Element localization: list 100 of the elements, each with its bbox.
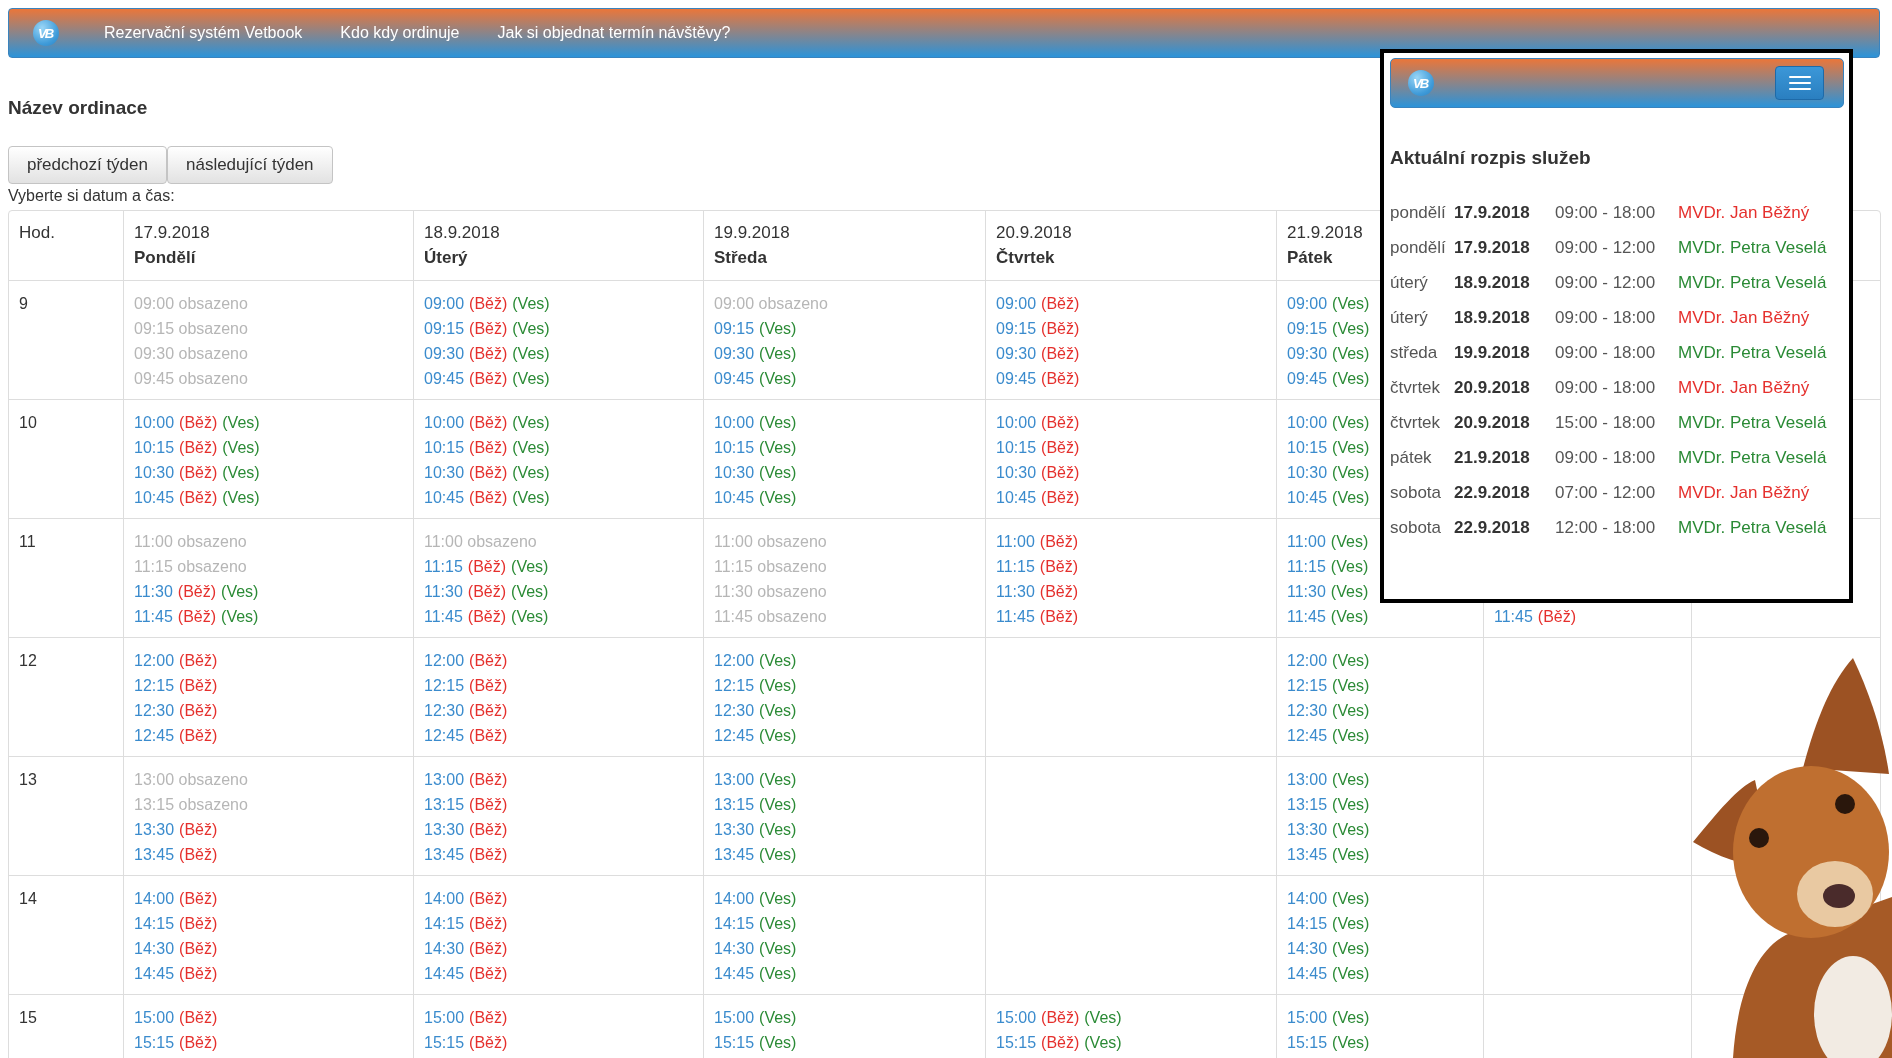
time-slot-link[interactable]: 09:30 — [714, 341, 755, 366]
time-slot-link[interactable]: 12:45 — [134, 723, 175, 748]
nav-link[interactable]: Rezervační systém Vetbook — [85, 21, 322, 45]
time-slot-link[interactable]: 09:45 — [714, 366, 755, 391]
time-slot-link[interactable]: 12:30 — [424, 698, 465, 723]
time-slot-link[interactable]: 11:30 — [134, 579, 173, 604]
time-slot-link[interactable]: 14:15 — [134, 911, 175, 936]
time-slot-link[interactable]: 09:15 — [996, 316, 1037, 341]
time-slot-link[interactable]: 15:00 — [996, 1005, 1037, 1030]
time-slot-link[interactable]: 14:15 — [424, 911, 465, 936]
time-slot-link[interactable]: 12:00 — [134, 648, 175, 673]
time-slot-link[interactable]: 14:45 — [714, 961, 755, 986]
time-slot-link[interactable]: 13:00 — [424, 767, 465, 792]
time-slot-link[interactable]: 15:00 — [134, 1005, 175, 1030]
time-slot-link[interactable]: 12:15 — [134, 673, 175, 698]
time-slot-link[interactable]: 12:45 — [1287, 723, 1328, 748]
time-slot-link[interactable]: 09:15 — [714, 316, 755, 341]
nav-link[interactable]: Kdo kdy ordinuje — [321, 21, 479, 45]
time-slot-link[interactable]: 09:15 — [424, 316, 465, 341]
time-slot-link[interactable]: 14:30 — [714, 936, 755, 961]
time-slot-link[interactable]: 10:30 — [134, 460, 175, 485]
time-slot-link[interactable]: 10:45 — [424, 485, 465, 510]
time-slot-link[interactable]: 12:45 — [714, 723, 755, 748]
time-slot-link[interactable]: 10:45 — [134, 485, 175, 510]
time-slot-link[interactable]: 10:15 — [134, 435, 175, 460]
time-slot-link[interactable]: 14:15 — [1287, 911, 1328, 936]
time-slot-link[interactable]: 13:15 — [424, 792, 465, 817]
time-slot-link[interactable]: 12:00 — [424, 648, 465, 673]
nav-link[interactable]: Jak si objednat termín návštěvy? — [478, 21, 750, 45]
time-slot-link[interactable]: 12:15 — [424, 673, 465, 698]
time-slot-link[interactable]: 09:45 — [1287, 366, 1328, 391]
time-slot-link[interactable]: 11:30 — [996, 579, 1035, 604]
time-slot-link[interactable]: 15:15 — [424, 1030, 465, 1055]
time-slot-link[interactable]: 15:15 — [996, 1030, 1037, 1055]
time-slot-link[interactable]: 09:45 — [996, 366, 1037, 391]
time-slot-link[interactable]: 11:45 — [134, 604, 173, 629]
time-slot-link[interactable]: 10:15 — [1287, 435, 1328, 460]
logo[interactable]: VB — [1408, 70, 1434, 96]
time-slot-link[interactable]: 15:00 — [1287, 1005, 1328, 1030]
time-slot-link[interactable]: 15:15 — [1287, 1030, 1328, 1055]
time-slot-link[interactable]: 10:30 — [1287, 460, 1328, 485]
time-slot-link[interactable]: 13:15 — [714, 792, 755, 817]
time-slot-link[interactable]: 13:30 — [134, 817, 175, 842]
time-slot-link[interactable]: 14:45 — [134, 961, 175, 986]
time-slot-link[interactable]: 12:00 — [714, 648, 755, 673]
time-slot-link[interactable]: 13:45 — [714, 842, 755, 867]
time-slot-link[interactable]: 10:15 — [714, 435, 755, 460]
time-slot-link[interactable]: 11:30 — [1287, 579, 1326, 604]
time-slot-link[interactable]: 10:45 — [996, 485, 1037, 510]
time-slot-link[interactable]: 12:15 — [1287, 673, 1328, 698]
time-slot-link[interactable]: 13:00 — [1287, 767, 1328, 792]
time-slot-link[interactable]: 11:45 — [424, 604, 463, 629]
time-slot-link[interactable]: 13:30 — [424, 817, 465, 842]
time-slot-link[interactable]: 15:00 — [424, 1005, 465, 1030]
logo[interactable]: VB — [33, 20, 59, 46]
time-slot-link[interactable]: 12:45 — [424, 723, 465, 748]
time-slot-link[interactable]: 11:45 — [1287, 604, 1326, 629]
time-slot-link[interactable]: 14:45 — [424, 961, 465, 986]
time-slot-link[interactable]: 11:15 — [424, 554, 463, 579]
time-slot-link[interactable]: 14:30 — [134, 936, 175, 961]
time-slot-link[interactable]: 11:45 — [996, 604, 1035, 629]
time-slot-link[interactable]: 10:30 — [714, 460, 755, 485]
time-slot-link[interactable]: 11:30 — [424, 579, 463, 604]
time-slot-link[interactable]: 10:15 — [996, 435, 1037, 460]
time-slot-link[interactable]: 14:45 — [1287, 961, 1328, 986]
time-slot-link[interactable]: 12:30 — [1287, 698, 1328, 723]
time-slot-link[interactable]: 10:00 — [424, 410, 465, 435]
time-slot-link[interactable]: 13:30 — [1287, 817, 1328, 842]
time-slot-link[interactable]: 09:30 — [996, 341, 1037, 366]
time-slot-link[interactable]: 10:30 — [424, 460, 465, 485]
time-slot-link[interactable]: 09:00 — [1287, 291, 1328, 316]
time-slot-link[interactable]: 10:00 — [714, 410, 755, 435]
time-slot-link[interactable]: 13:45 — [424, 842, 465, 867]
time-slot-link[interactable]: 13:00 — [714, 767, 755, 792]
time-slot-link[interactable]: 10:15 — [424, 435, 465, 460]
time-slot-link[interactable]: 15:15 — [714, 1030, 755, 1055]
week-button[interactable]: předchozí týden — [8, 146, 167, 184]
time-slot-link[interactable]: 09:00 — [996, 291, 1037, 316]
time-slot-link[interactable]: 10:45 — [714, 485, 755, 510]
time-slot-link[interactable]: 11:15 — [1287, 554, 1326, 579]
week-button[interactable]: následující týden — [166, 146, 333, 184]
time-slot-link[interactable]: 13:45 — [1287, 842, 1328, 867]
time-slot-link[interactable]: 13:45 — [134, 842, 175, 867]
time-slot-link[interactable]: 12:30 — [134, 698, 175, 723]
time-slot-link[interactable]: 14:30 — [1287, 936, 1328, 961]
time-slot-link[interactable]: 09:45 — [424, 366, 465, 391]
time-slot-link[interactable]: 11:00 — [1287, 529, 1326, 554]
time-slot-link[interactable]: 10:00 — [1287, 410, 1328, 435]
time-slot-link[interactable]: 12:00 — [1287, 648, 1328, 673]
time-slot-link[interactable]: 10:00 — [134, 410, 175, 435]
time-slot-link[interactable]: 10:30 — [996, 460, 1037, 485]
time-slot-link[interactable]: 13:15 — [1287, 792, 1328, 817]
time-slot-link[interactable]: 11:15 — [996, 554, 1035, 579]
time-slot-link[interactable]: 14:00 — [714, 886, 755, 911]
time-slot-link[interactable]: 09:30 — [1287, 341, 1328, 366]
time-slot-link[interactable]: 15:15 — [134, 1030, 175, 1055]
time-slot-link[interactable]: 14:00 — [1287, 886, 1328, 911]
time-slot-link[interactable]: 14:30 — [424, 936, 465, 961]
time-slot-link[interactable]: 12:15 — [714, 673, 755, 698]
time-slot-link[interactable]: 09:30 — [424, 341, 465, 366]
